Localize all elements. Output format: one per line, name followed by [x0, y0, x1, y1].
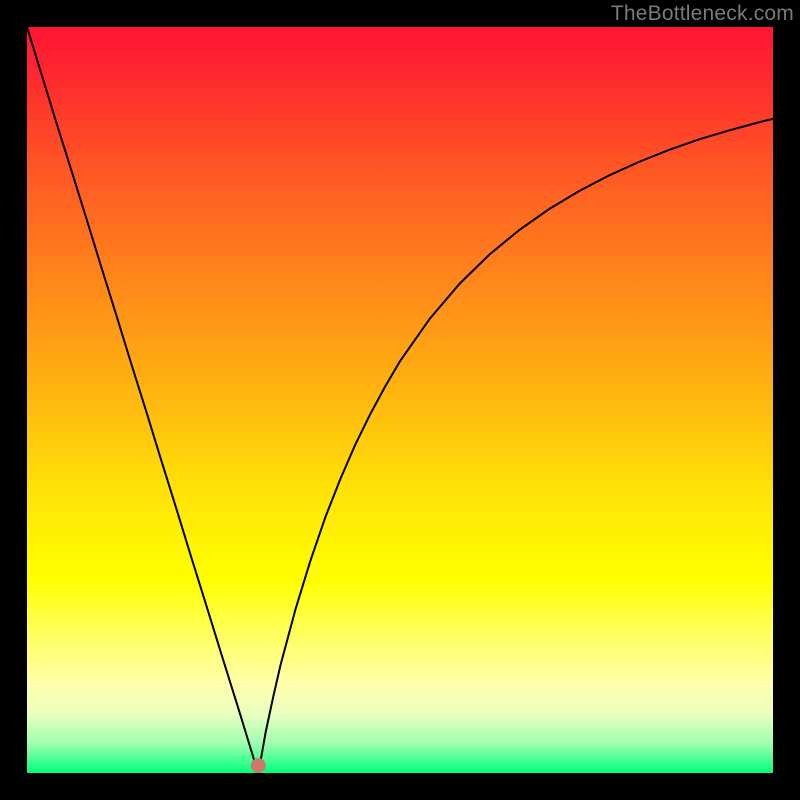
optimum-marker — [251, 758, 266, 773]
chart-canvas — [27, 27, 773, 773]
chart-frame — [27, 27, 773, 773]
chart-background — [27, 27, 773, 773]
watermark-text: TheBottleneck.com — [611, 2, 794, 26]
